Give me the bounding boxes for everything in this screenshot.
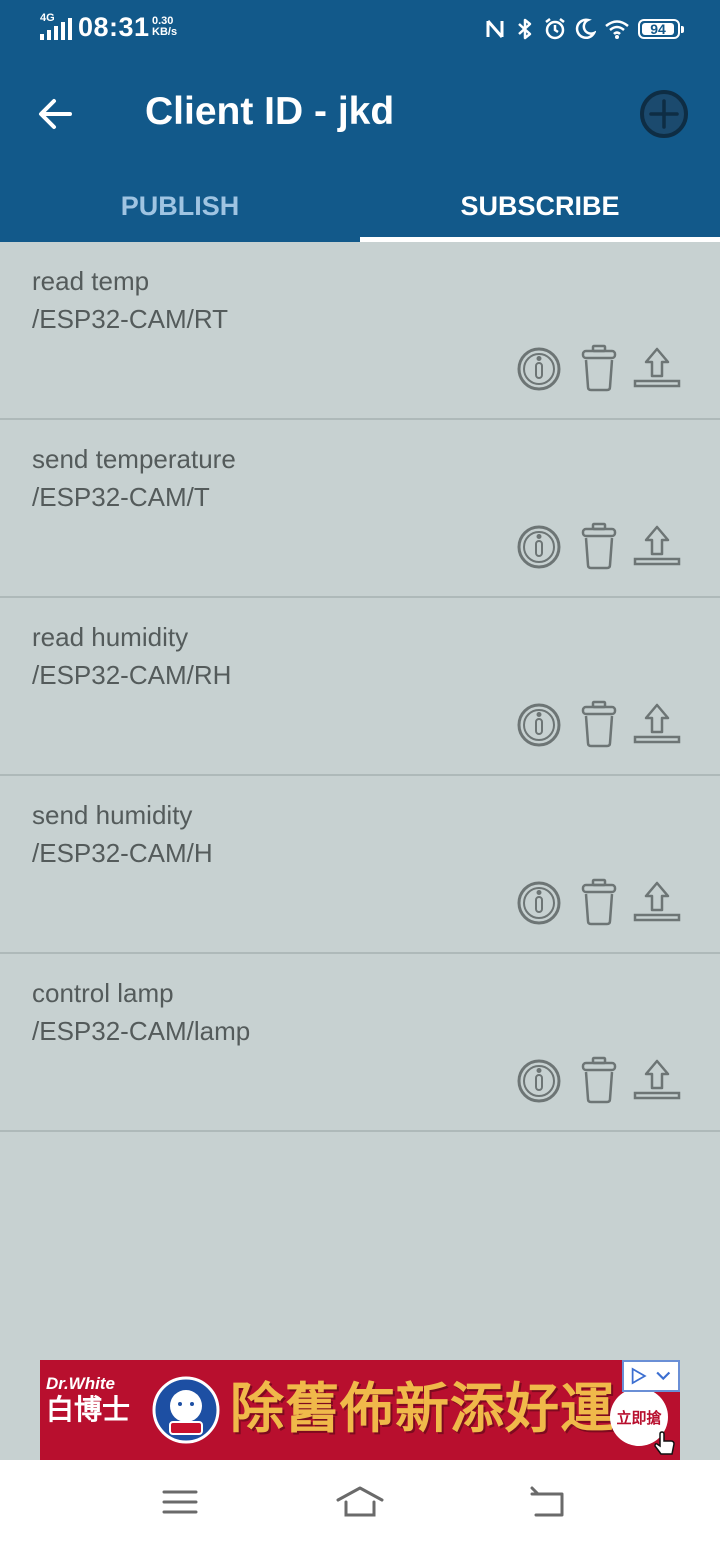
pointer-hand-icon <box>654 1431 675 1455</box>
subscription-topic: /ESP32-CAM/RT <box>32 304 229 334</box>
alarm-icon <box>545 18 565 40</box>
info-icon[interactable] <box>514 1056 564 1106</box>
status-bar: 4G 08:31 0.30 KB/s 94 <box>0 0 720 58</box>
nfc-icon <box>486 20 504 38</box>
subscription-name: control lamp <box>32 978 174 1008</box>
ad-brand-bottom: 白博士 <box>46 1394 131 1425</box>
row-actions <box>512 700 692 750</box>
moon-icon <box>575 18 596 40</box>
battery-icon: 94 <box>638 19 684 39</box>
trash-icon[interactable] <box>574 700 624 750</box>
subscription-list: read temp /ESP32-CAM/RT send temperature… <box>0 242 720 1132</box>
trash-icon[interactable] <box>574 344 624 394</box>
bluetooth-icon <box>518 18 532 40</box>
ad-choices-icon[interactable] <box>622 1360 680 1392</box>
upload-icon[interactable] <box>632 878 682 928</box>
app-bar: 4G 08:31 0.30 KB/s 94 Client ID - jkd PU… <box>0 0 720 242</box>
info-icon[interactable] <box>514 878 564 928</box>
home-icon[interactable] <box>334 1482 386 1522</box>
arrow-left-icon[interactable] <box>32 90 80 138</box>
status-icons: 94 <box>484 14 684 44</box>
mascot-icon <box>152 1376 220 1444</box>
upload-icon[interactable] <box>632 344 682 394</box>
ad-slogan: 除舊佈新添好運 <box>230 1379 615 1439</box>
tab-subscribe-label: SUBSCRIBE <box>460 190 620 221</box>
upload-icon[interactable] <box>632 522 682 572</box>
subscription-topic: /ESP32-CAM/T <box>32 482 210 512</box>
info-icon[interactable] <box>514 344 564 394</box>
network-speed-unit: KB/s <box>152 26 178 38</box>
row-actions <box>512 878 692 928</box>
list-item[interactable]: control lamp /ESP32-CAM/lamp <box>0 954 720 1132</box>
trash-icon[interactable] <box>574 878 624 928</box>
network-type: 4G <box>40 12 55 24</box>
battery-level: 94 <box>650 21 666 37</box>
subscription-topic: /ESP32-CAM/lamp <box>32 1016 251 1046</box>
network-speed: 0.30 KB/s <box>152 16 177 38</box>
ad-brand-top: Dr.White <box>46 1374 115 1393</box>
subscription-name: read humidity <box>32 622 189 652</box>
plus-circle-icon[interactable] <box>638 88 690 140</box>
trash-icon[interactable] <box>574 1056 624 1106</box>
list-item[interactable]: read temp /ESP32-CAM/RT <box>0 242 720 420</box>
wifi-icon <box>605 20 629 39</box>
page-title: Client ID - jkd <box>145 90 395 133</box>
row-actions <box>512 1056 692 1106</box>
row-actions <box>512 344 692 394</box>
subscription-name: send temperature <box>32 444 236 474</box>
list-item[interactable]: read humidity /ESP32-CAM/RH <box>0 598 720 776</box>
subscription-name: send humidity <box>32 800 193 830</box>
upload-icon[interactable] <box>632 700 682 750</box>
subscription-topic: /ESP32-CAM/RH <box>32 660 232 690</box>
list-item[interactable]: send temperature /ESP32-CAM/T <box>0 420 720 598</box>
ad-banner[interactable]: Dr.White 白博士 除舊佈新添好運 立即搶 <box>40 1360 680 1460</box>
row-actions <box>512 522 692 572</box>
tab-subscribe[interactable]: SUBSCRIBE <box>360 170 720 242</box>
info-icon[interactable] <box>514 700 564 750</box>
clock: 08:31 <box>78 12 150 42</box>
system-nav-bar <box>0 1460 720 1544</box>
info-icon[interactable] <box>514 522 564 572</box>
subscription-name: read temp <box>32 266 150 296</box>
menu-icon[interactable] <box>156 1482 204 1522</box>
list-item[interactable]: send humidity /ESP32-CAM/H <box>0 776 720 954</box>
trash-icon[interactable] <box>574 522 624 572</box>
ad-brand-logo: Dr.White 白博士 <box>46 1374 130 1426</box>
upload-icon[interactable] <box>632 1056 682 1106</box>
tab-publish[interactable]: PUBLISH <box>0 170 360 242</box>
tab-bar: PUBLISH SUBSCRIBE <box>0 170 720 242</box>
back-icon[interactable] <box>524 1482 572 1522</box>
subscription-topic: /ESP32-CAM/H <box>32 838 213 868</box>
